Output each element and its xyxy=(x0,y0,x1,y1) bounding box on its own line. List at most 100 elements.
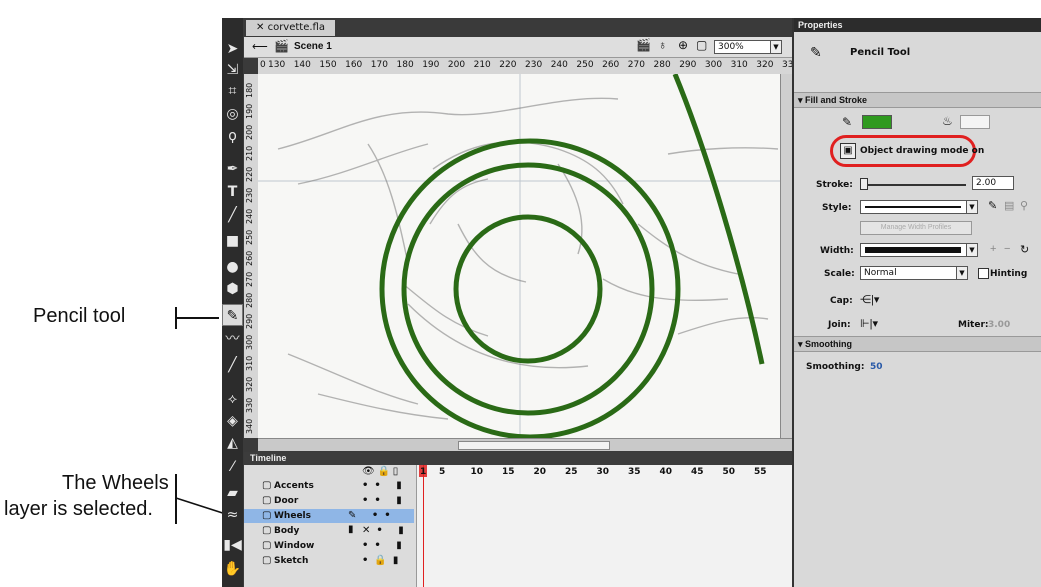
object-drawing-button[interactable]: ▣ xyxy=(840,143,856,159)
edit-scene-icon[interactable]: 🎬 xyxy=(636,38,651,52)
paint-brush-tool-icon[interactable]: ╱ xyxy=(222,354,243,376)
ruler-tick: 130 xyxy=(268,60,286,70)
layer-row-sketch[interactable]: ▢ Sketch •🔒▮ xyxy=(244,554,414,568)
playhead[interactable] xyxy=(423,465,424,587)
frame-number: 25 xyxy=(565,467,578,477)
vruler-tick: 210 xyxy=(245,145,254,161)
horizontal-scrollbar[interactable] xyxy=(258,438,792,451)
layer-row-body[interactable]: ▢ Body ✕• ▮ xyxy=(244,524,414,538)
stroke-color-swatch[interactable] xyxy=(862,115,892,129)
outline-icon[interactable]: ▯ xyxy=(393,466,399,477)
pencil-tool-icon[interactable]: ✎ xyxy=(222,304,243,326)
stroke-width-input[interactable]: 2.00 xyxy=(972,176,1014,190)
hand-tool-icon[interactable]: ✋ xyxy=(222,558,243,580)
style-select[interactable]: ▼ xyxy=(860,200,978,214)
frame-number: 30 xyxy=(596,467,610,477)
stroke-width-value: 2.00 xyxy=(976,178,997,188)
stroke-label: Stroke: xyxy=(816,180,853,190)
free-transform-tool-icon[interactable]: ⌗ xyxy=(222,80,243,102)
cap-style-icon[interactable]: ⋲|▾ xyxy=(860,293,879,306)
rectangle-tool-icon[interactable]: ■ xyxy=(222,230,243,252)
width-tool-icon[interactable]: ≈ xyxy=(222,504,243,526)
ruler-tick: 290 xyxy=(679,60,697,70)
ruler-tick: 320 xyxy=(756,60,774,70)
vruler-tick: 260 xyxy=(245,250,254,266)
polystar-tool-icon[interactable]: ⬢ xyxy=(222,278,243,300)
eyedropper-tool-icon[interactable]: ⁄ xyxy=(222,456,243,478)
layer-row-accents[interactable]: ▢ Accents •• ▮ xyxy=(244,479,414,493)
center-stage-icon[interactable]: ⊕ xyxy=(678,38,688,52)
layer-visibility-controls[interactable]: •• ▮ xyxy=(362,539,408,553)
ruler-tick: 140 xyxy=(293,60,311,70)
bone-tool-icon[interactable]: ⟡ xyxy=(222,388,243,410)
width-select[interactable]: ▼ xyxy=(860,243,978,257)
layer-visibility-controls[interactable]: •🔒▮ xyxy=(362,554,404,568)
frame-number: 40 xyxy=(659,467,673,477)
brush-tool-icon[interactable]: 〰 xyxy=(222,328,243,350)
manage-styles-button[interactable]: Manage Width Profiles xyxy=(860,221,972,235)
brush-library-icon[interactable]: ⚲ xyxy=(1020,199,1028,212)
layer-name: Accents xyxy=(274,481,314,491)
miter-value[interactable]: 3.00 xyxy=(988,320,1010,330)
vruler-tick: 320 xyxy=(245,376,254,392)
trash-icon[interactable]: ▤ xyxy=(1004,199,1014,212)
text-tool-icon[interactable]: T xyxy=(222,181,243,203)
fill-color-swatch[interactable] xyxy=(960,115,990,129)
join-style-icon[interactable]: ⊩|▾ xyxy=(860,317,878,330)
layer-row-wheels[interactable]: ▢ Wheels ✎ •• ▮ xyxy=(244,509,414,535)
line-tool-icon[interactable]: ╱ xyxy=(222,204,243,226)
3d-rotation-tool-icon[interactable]: ◎ xyxy=(222,103,243,125)
edit-symbols-icon[interactable]: ♁ xyxy=(658,38,667,52)
scale-select[interactable]: Normal ▼ xyxy=(860,266,968,280)
frames-area[interactable]: 1 5 10 15 20 25 30 35 40 45 50 55 xyxy=(416,465,793,587)
wheels-layer-callout-line1: The Wheels xyxy=(62,472,169,494)
layer-row-window[interactable]: ▢ Window •• ▮ xyxy=(244,539,414,553)
edit-stroke-style-icon[interactable]: ✎ xyxy=(988,199,997,212)
fill-stroke-section[interactable]: ▾ Fill and Stroke xyxy=(794,92,1041,108)
pencil-icon: ✎ xyxy=(810,44,822,60)
back-arrow-icon[interactable]: ⟵ xyxy=(252,40,268,53)
hinting-checkbox[interactable] xyxy=(978,268,989,279)
fender-arc xyxy=(672,74,765,365)
add-width-icon[interactable]: + xyxy=(990,243,996,255)
subselection-tool-icon[interactable]: ⇲ xyxy=(222,59,243,81)
lock-icon[interactable]: 🔒 xyxy=(377,466,389,477)
stroke-slider-handle[interactable] xyxy=(860,178,868,190)
layer-icon: ▢ xyxy=(262,510,272,521)
scene-name[interactable]: Scene 1 xyxy=(294,41,332,52)
clip-content-icon[interactable]: ▢ xyxy=(696,38,707,52)
document-tab[interactable]: ✕ corvette.fla xyxy=(246,20,335,36)
smoothing-label: Smoothing: xyxy=(806,362,865,372)
chevron-down-icon: ▼ xyxy=(966,244,977,256)
stage-canvas[interactable] xyxy=(258,74,792,438)
zoom-select[interactable]: 300% ▼ xyxy=(714,40,782,54)
stroke-slider[interactable] xyxy=(862,184,966,186)
close-icon[interactable]: ✕ xyxy=(256,22,264,33)
vruler-tick: 250 xyxy=(245,229,254,245)
camera-tool-icon[interactable]: ▮◀ xyxy=(222,534,243,556)
layer-name: Sketch xyxy=(274,556,309,566)
layer-visibility-controls[interactable]: •• ▮ xyxy=(362,479,408,493)
layer-row-door[interactable]: ▢ Door •• ▮ xyxy=(244,494,414,508)
frame-number: 55 xyxy=(754,467,767,477)
join-label: Join: xyxy=(828,320,851,330)
pen-tool-icon[interactable]: ✒ xyxy=(222,158,243,180)
ruler-tick: 200 xyxy=(447,60,466,70)
smoothing-value[interactable]: 50 xyxy=(870,362,883,372)
wheels-layer-callout-line2: layer is selected. xyxy=(4,498,153,520)
scrollbar-thumb[interactable] xyxy=(458,441,610,450)
scale-label: Scale: xyxy=(824,269,855,279)
smoothing-section[interactable]: ▾ Smoothing xyxy=(794,336,1041,352)
layer-visibility-controls[interactable]: •• ▮ xyxy=(362,494,408,508)
reset-width-icon[interactable]: ↻ xyxy=(1020,243,1029,256)
oval-tool-icon[interactable]: ● xyxy=(222,256,243,278)
ink-bottle-tool-icon[interactable]: ◭ xyxy=(222,432,243,454)
eye-icon[interactable]: 👁 xyxy=(362,466,375,477)
lasso-tool-icon[interactable]: ϙ xyxy=(222,125,243,147)
selection-tool-icon[interactable]: ➤ xyxy=(222,38,243,60)
remove-width-icon[interactable]: − xyxy=(1004,243,1010,255)
eraser-tool-icon[interactable]: ▰ xyxy=(222,482,243,504)
paint-bucket-tool-icon[interactable]: ◈ xyxy=(222,410,243,432)
ruler-tick: 150 xyxy=(319,60,337,70)
layer-visibility-controls[interactable]: ✕• ▮ xyxy=(362,524,410,538)
